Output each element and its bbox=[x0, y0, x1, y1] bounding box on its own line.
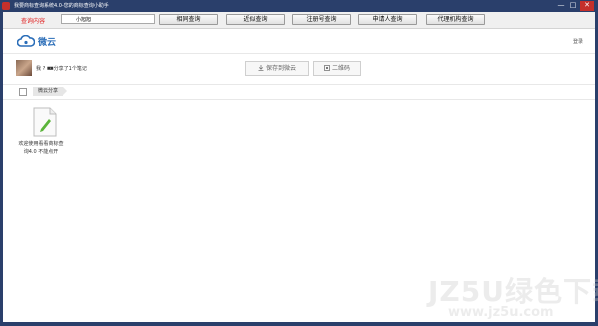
save-button-label: 保存到微云 bbox=[265, 65, 296, 72]
qr-code-icon bbox=[324, 65, 330, 71]
minimize-button[interactable]: — bbox=[556, 1, 566, 11]
agency-query-button[interactable]: 代理机构查询 bbox=[426, 14, 485, 25]
search-input[interactable] bbox=[61, 14, 155, 24]
qr-button-label: 二维码 bbox=[331, 65, 350, 72]
window-title: 我要商标查询系统4.0-您的商标查询小助手 bbox=[14, 3, 109, 9]
save-to-weiyun-button[interactable]: 保存到微云 bbox=[245, 61, 309, 76]
title-bar: 我要商标查询系统4.0-您的商标查询小助手 — □ ✕ bbox=[0, 0, 598, 12]
qr-code-button[interactable]: 二维码 bbox=[313, 61, 361, 76]
logo-text: 微云 bbox=[38, 38, 57, 48]
applicant-query-button[interactable]: 申请人查询 bbox=[358, 14, 417, 25]
login-link[interactable]: 登录 bbox=[573, 38, 583, 45]
app-icon bbox=[2, 2, 10, 10]
watermark-logo: JZ5U绿色下载 bbox=[428, 275, 598, 308]
close-button[interactable]: ✕ bbox=[580, 1, 594, 11]
watermark-url: www.jz5u.com bbox=[448, 305, 554, 320]
avatar bbox=[16, 60, 32, 76]
window-frame-bottom bbox=[0, 322, 598, 326]
file-name: 欢迎使用看看商标查 询4.0 不能点开 bbox=[18, 141, 64, 155]
cloud-logo-icon bbox=[17, 35, 35, 47]
share-info-row: 我 ? 🀰分享了1个笔记 保存到微云 二维码 bbox=[3, 54, 595, 85]
same-query-button[interactable]: 相同查询 bbox=[159, 14, 218, 25]
search-toolbar: 查询内容 相同查询 近似查询 注册号查询 申请人查询 代理机构查询 bbox=[3, 12, 595, 29]
breadcrumb[interactable]: 微云分享 bbox=[33, 87, 68, 96]
search-label: 查询内容 bbox=[21, 18, 46, 25]
breadcrumb-row: 微云分享 bbox=[3, 85, 595, 100]
similar-query-button[interactable]: 近似查询 bbox=[226, 14, 285, 25]
select-all-checkbox[interactable] bbox=[19, 88, 27, 96]
regno-query-button[interactable]: 注册号查询 bbox=[292, 14, 351, 25]
maximize-button[interactable]: □ bbox=[568, 1, 578, 11]
weiyun-header: 微云 登录 bbox=[3, 29, 595, 54]
note-file-icon bbox=[33, 107, 57, 137]
download-icon bbox=[258, 65, 264, 71]
share-text: 我 ? 🀰分享了1个笔记 bbox=[36, 66, 87, 72]
